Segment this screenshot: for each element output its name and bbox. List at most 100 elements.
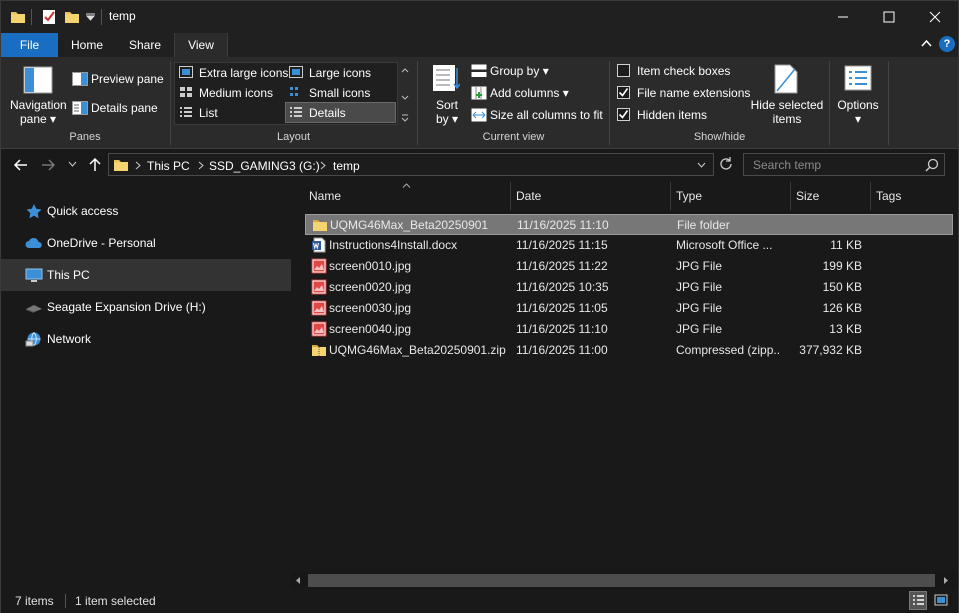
help-icon[interactable]: ?	[939, 36, 955, 52]
add-columns-button[interactable]: Add columns ▾	[490, 86, 569, 100]
scroll-thumb[interactable]	[308, 574, 935, 587]
drive-icon	[25, 299, 43, 315]
hide-selected-items-button[interactable]: Hide selected items	[749, 98, 825, 126]
back-arrow-icon[interactable]	[13, 158, 28, 172]
item-check-boxes-checkbox[interactable]	[617, 64, 630, 77]
status-bar: 7 items 1 item selected	[1, 589, 958, 613]
forward-arrow-icon[interactable]	[41, 158, 56, 172]
file-size: 150 KB	[822, 280, 862, 294]
large-icons-view-toggle-icon[interactable]	[933, 592, 949, 608]
file-name-extensions-label[interactable]: File name extensions	[637, 86, 750, 100]
address-bar[interactable]: This PC SSD_GAMING3 (G:) temp	[108, 153, 714, 176]
folder-icon	[113, 157, 129, 173]
file-size: 199 KB	[822, 259, 862, 273]
nav-item-this-pc[interactable]: This PC	[1, 259, 291, 291]
network-icon	[25, 331, 43, 347]
hidden-items-label[interactable]: Hidden items	[637, 108, 707, 122]
recent-locations-chevron-icon[interactable]	[68, 161, 77, 167]
collapse-ribbon-icon[interactable]	[921, 39, 932, 47]
search-box[interactable]: Search temp	[743, 153, 945, 176]
details-pane-button[interactable]: Details pane	[91, 101, 158, 115]
extra-large-icons-option[interactable]: Extra large icons	[199, 66, 288, 80]
scroll-left-arrow-icon[interactable]	[295, 576, 301, 585]
nav-item-network[interactable]: Network	[1, 323, 291, 355]
list-option[interactable]: List	[199, 106, 218, 120]
options-label: Options	[837, 98, 879, 112]
properties-icon[interactable]	[41, 8, 57, 25]
title-bar: temp	[1, 1, 958, 33]
tab-file[interactable]: File	[1, 33, 58, 57]
file-date: 11/16/2025 10:35	[516, 280, 609, 294]
window-title: temp	[109, 9, 136, 23]
options-button[interactable]: Options ▾	[833, 98, 883, 126]
details-view-toggle-icon[interactable]	[909, 591, 927, 610]
tab-view[interactable]: View	[174, 33, 228, 57]
preview-pane-button[interactable]: Preview pane	[91, 72, 164, 86]
file-date: 11/16/2025 11:05	[516, 301, 608, 315]
breadcrumb-chevron-icon[interactable]	[198, 161, 204, 170]
maximize-button[interactable]	[866, 1, 912, 33]
sort-by-icon	[432, 64, 460, 92]
sort-by-button[interactable]: Sort by ▾	[431, 98, 463, 126]
refresh-icon[interactable]	[718, 156, 734, 172]
size-all-columns-button[interactable]: Size all columns to fit	[490, 108, 603, 122]
navigation-pane-button[interactable]: Navigation pane ▾	[10, 98, 67, 126]
breadcrumb-chevron-icon[interactable]	[320, 161, 326, 170]
breadcrumb-drive[interactable]: SSD_GAMING3 (G:)	[209, 159, 320, 173]
address-dropdown-chevron-icon[interactable]	[697, 162, 706, 168]
minimize-button[interactable]	[820, 1, 866, 33]
file-name: screen0030.jpg	[329, 301, 412, 315]
breadcrumb-this-pc[interactable]: This PC	[147, 159, 190, 173]
large-icons-option[interactable]: Large icons	[309, 66, 371, 80]
search-input[interactable]: Search temp	[753, 158, 821, 172]
file-name-extensions-checkbox[interactable]	[617, 86, 630, 99]
close-button[interactable]	[912, 1, 958, 33]
file-type: JPG File	[676, 301, 723, 315]
small-icons-option[interactable]: Small icons	[309, 86, 370, 100]
hidden-items-checkbox[interactable]	[617, 108, 630, 121]
navigation-pane: Quick access OneDrive - Personal This PC…	[1, 182, 291, 589]
file-row[interactable]: Instructions4Install.docx 11/16/2025 11:1…	[305, 235, 953, 256]
group-by-button[interactable]: Group by ▾	[490, 64, 549, 78]
new-folder-icon[interactable]	[64, 9, 80, 25]
file-name: screen0020.jpg	[329, 280, 412, 294]
column-header-size[interactable]: Size	[796, 182, 819, 210]
search-icon[interactable]	[925, 158, 939, 172]
nav-item-onedrive[interactable]: OneDrive - Personal	[1, 227, 291, 259]
column-header-date[interactable]: Date	[516, 182, 541, 210]
preview-pane-icon	[72, 72, 88, 86]
sort-by-label-line2: by ▾	[435, 112, 459, 126]
file-row[interactable]: UQMG46Max_Beta20250901.zip 11/16/2025 11:…	[305, 340, 953, 361]
nav-item-seagate-drive[interactable]: Seagate Expansion Drive (H:)	[1, 291, 291, 323]
image-file-icon	[311, 300, 327, 316]
horizontal-scrollbar[interactable]	[291, 572, 958, 589]
current-view-group-label: Current view	[482, 131, 545, 143]
list-icon	[179, 106, 193, 118]
up-arrow-icon[interactable]	[88, 157, 102, 172]
tab-share[interactable]: Share	[116, 33, 174, 57]
tab-home[interactable]: Home	[58, 33, 116, 57]
nav-item-quick-access[interactable]: Quick access	[1, 195, 291, 227]
file-row[interactable]: screen0020.jpg 11/16/2025 10:35 JPG File 15…	[305, 277, 953, 298]
file-row[interactable]: UQMG46Max_Beta20250901 11/16/2025 11:10 Fi…	[305, 214, 953, 235]
medium-icons-option[interactable]: Medium icons	[199, 86, 273, 100]
nav-item-label: Network	[47, 332, 92, 346]
computer-icon	[25, 267, 43, 283]
layout-gallery-scroll[interactable]	[400, 63, 410, 125]
file-row[interactable]: screen0030.jpg 11/16/2025 11:05 JPG File 12…	[305, 298, 953, 319]
file-name: screen0010.jpg	[329, 259, 412, 273]
breadcrumb-temp[interactable]: temp	[333, 159, 360, 173]
scroll-right-arrow-icon[interactable]	[943, 576, 949, 585]
column-header-tags[interactable]: Tags	[876, 182, 901, 210]
file-row[interactable]: screen0040.jpg 11/16/2025 11:10 JPG File 13…	[305, 319, 953, 340]
details-option[interactable]: Details	[309, 106, 346, 120]
column-header-type[interactable]: Type	[676, 182, 702, 210]
explorer-window: temp File Home Share View ? Navigation p…	[0, 0, 959, 613]
column-header-name[interactable]: Name	[309, 182, 341, 210]
item-check-boxes-label[interactable]: Item check boxes	[637, 64, 730, 78]
options-dropdown-arrow: ▾	[854, 112, 862, 126]
file-row[interactable]: screen0010.jpg 11/16/2025 11:22 JPG File 19…	[305, 256, 953, 277]
nav-item-label: OneDrive - Personal	[47, 236, 156, 250]
customize-toolbar-chevron-icon[interactable]	[86, 13, 95, 21]
breadcrumb-chevron-icon[interactable]	[135, 161, 141, 170]
